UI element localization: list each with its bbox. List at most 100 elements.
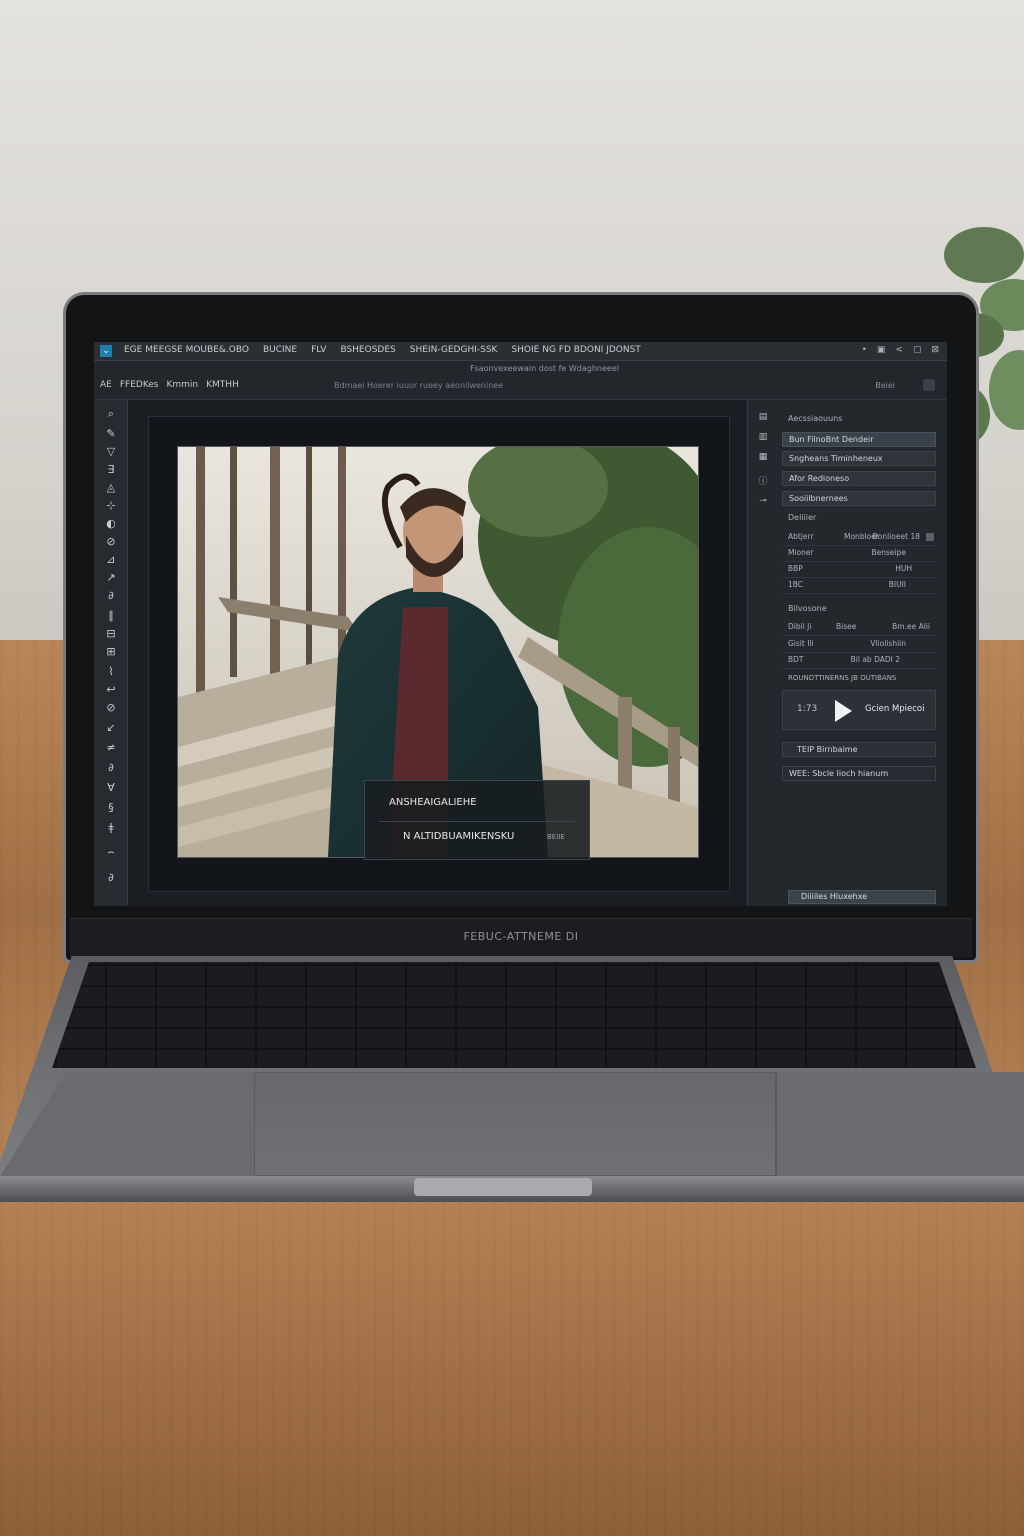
tool-icon[interactable]: ⌇: [103, 664, 119, 680]
tool-icon[interactable]: ∃: [103, 462, 119, 478]
search-row[interactable]: WEE: Sbcle Iioch hianum: [782, 766, 936, 781]
detail-row[interactable]: BBP HUH: [782, 562, 936, 578]
layers-icon[interactable]: ▤: [756, 412, 770, 424]
options-status: Bdmaei Hoerer iuuor rueey aeonilweninee: [334, 381, 504, 390]
detail-row[interactable]: Mioner Benseipe: [782, 546, 936, 562]
panel-icon-strip: ▤ ▥ ▦ ⓘ ⊸: [747, 400, 781, 906]
bezel-label: FEBUC-ATTNEME DI: [463, 930, 579, 943]
session-note: ROUNDTTINERNS JB OUTIBANS: [788, 674, 897, 682]
tool-icon[interactable]: ↩: [103, 682, 119, 698]
option-button[interactable]: AE: [100, 380, 112, 390]
session-row[interactable]: BDT Bil ab DADI 2: [782, 653, 936, 669]
detail-key: 1BC: [788, 580, 804, 589]
menu-item[interactable]: EGE MEEGSE MOUBE&.OBO: [124, 345, 249, 355]
menu-item[interactable]: BSHEOSDES: [340, 345, 395, 355]
menu-item[interactable]: FLV: [311, 345, 326, 355]
extra-row-label: TEIP Birnbaime: [797, 745, 858, 754]
options-square-button[interactable]: [923, 379, 935, 391]
tool-icon[interactable]: ∥: [103, 608, 119, 624]
overlay-tag: BEIIE: [547, 833, 565, 841]
session-value: Vliolishiin: [870, 639, 906, 648]
menu-item[interactable]: BUCINE: [263, 345, 297, 355]
panel-bottom-button-label: Diiiiles Hluxehxe: [801, 892, 868, 901]
back-icon[interactable]: <: [895, 345, 903, 355]
tool-icon[interactable]: ǂ: [103, 820, 119, 836]
extra-row[interactable]: TEIP Birnbaime: [782, 742, 936, 757]
overlay-subtitle: N ALTIDBUAMIKENSKU: [403, 831, 515, 842]
play-icon[interactable]: [835, 700, 852, 722]
app-logo-icon[interactable]: ⌄: [100, 345, 112, 357]
tool-icon[interactable]: ⊘: [103, 700, 119, 716]
tools-panel: ⌕ ✎ ▽ ∃ ◬ ⊹ ◐ ⊘ ⊿ ↗ ∂ ∥ ⊟ ⊞ ⌇ ↩ ⊘ ↙ ≠ ∂ …: [94, 400, 128, 906]
tool-icon[interactable]: ∂: [103, 760, 119, 776]
layer-row[interactable]: Afor Redioneso: [782, 471, 936, 486]
detail-row[interactable]: Abtjerr Monbloer Bonlioeet 18: [782, 530, 936, 546]
media-player[interactable]: 1:73 Gcien Mpiecoi: [782, 690, 936, 730]
layer-row[interactable]: Sngheans Timinheneux: [782, 451, 936, 466]
option-button[interactable]: Kmmin: [167, 380, 199, 390]
layer-label: Sooiilbnernees: [789, 494, 848, 503]
session-row[interactable]: Dibil Ji Bisee Bm.ee Alii: [782, 620, 936, 636]
tool-icon[interactable]: ⌢: [103, 844, 119, 860]
layer-row[interactable]: Bun FilnoBnt Dendeir: [782, 432, 936, 447]
info-icon[interactable]: ⓘ: [756, 474, 770, 487]
laptop-notch: [414, 1178, 592, 1196]
bezel-bottom: FEBUC-ATTNEME DI: [70, 918, 972, 957]
detail-row[interactable]: 1BC BIUII: [782, 578, 936, 594]
option-button[interactable]: KMTHH: [206, 380, 239, 390]
session-row[interactable]: Gisit Ili Vliolishiin: [782, 637, 936, 653]
tool-icon[interactable]: ⊹: [103, 498, 119, 514]
tool-icon[interactable]: ◐: [103, 516, 119, 532]
detail-key: Abtjerr: [788, 532, 814, 541]
menu-item[interactable]: SHOIE NG FD BDONI JDONST: [511, 345, 640, 355]
keyboard-keys: [52, 962, 976, 1068]
overlay-title: ANSHEAIGALIEHE: [389, 797, 477, 808]
tool-icon[interactable]: ↗: [103, 570, 119, 586]
session-value: Bm.ee Alii: [892, 622, 930, 631]
detail-value: HUH: [895, 564, 912, 573]
paths-icon[interactable]: ⊸: [756, 496, 770, 508]
tool-icon[interactable]: ⊿: [103, 552, 119, 568]
channels-icon[interactable]: ▦: [756, 452, 770, 464]
panel-icon[interactable]: ▣: [877, 345, 886, 355]
tool-icon[interactable]: ↙: [103, 720, 119, 736]
dot-icon[interactable]: •: [862, 345, 867, 355]
tool-icon[interactable]: ∂: [103, 870, 119, 886]
title-bar: ⌄ EGE MEEGSE MOUBE&.OBO BUCINE FLV BSHEO…: [94, 342, 947, 361]
layer-label: Bun FilnoBnt Dendeir: [789, 435, 874, 444]
tool-icon[interactable]: ⌕: [103, 406, 119, 422]
option-button[interactable]: FFEDKes: [120, 380, 159, 390]
layer-row[interactable]: Sooiilbnernees: [782, 491, 936, 506]
tool-icon[interactable]: §: [103, 800, 119, 816]
layer-label: Sngheans Timinheneux: [789, 454, 883, 463]
player-label: Gcien Mpiecoi: [865, 704, 925, 714]
tool-icon[interactable]: ✎: [103, 426, 119, 442]
panel-bottom-button[interactable]: Diiiiles Hluxehxe: [788, 890, 936, 904]
options-group: AE FFEDKes Kmmin KMTHH: [100, 380, 239, 390]
detail-value: Bonlioeet 18: [872, 532, 920, 541]
tool-icon[interactable]: ⊟: [103, 626, 119, 642]
window-controls: • ▣ < ▢ ⊠: [862, 345, 939, 355]
options-right-label[interactable]: Beiei: [875, 381, 895, 390]
text-overlay-dialog[interactable]: ANSHEAIGALIEHE N ALTIDBUAMIKENSKU BEIIE: [364, 780, 590, 860]
trackpad: [254, 1072, 776, 1176]
options-bar: Fsaonvexeewain dost fe Wdaghneeel AE FFE…: [94, 361, 947, 400]
tool-icon[interactable]: ⊞: [103, 644, 119, 660]
close-icon[interactable]: ⊠: [931, 345, 939, 355]
tool-icon[interactable]: ≠: [103, 740, 119, 756]
maximize-icon[interactable]: ▢: [913, 345, 922, 355]
tool-icon[interactable]: ⊘: [103, 534, 119, 550]
tool-icon[interactable]: ∀: [103, 780, 119, 796]
tool-icon[interactable]: ▽: [103, 444, 119, 460]
tool-icon[interactable]: ◬: [103, 480, 119, 496]
canvas-area[interactable]: ANSHEAIGALIEHE N ALTIDBUAMIKENSKU BEIIE: [128, 400, 746, 906]
overlay-divider: [379, 821, 575, 822]
menu-item[interactable]: SHEIN-GEDGHI-SSK: [410, 345, 498, 355]
session-key: Dibil Ji: [788, 622, 812, 631]
session-value: Bil ab DADI 2: [850, 655, 900, 664]
tool-icon[interactable]: ∂: [103, 588, 119, 604]
swatch-icon[interactable]: [926, 533, 934, 541]
detail-value: BIUII: [888, 580, 906, 589]
sessions-heading: Bilvosone: [788, 604, 827, 613]
history-icon[interactable]: ▥: [756, 432, 770, 444]
